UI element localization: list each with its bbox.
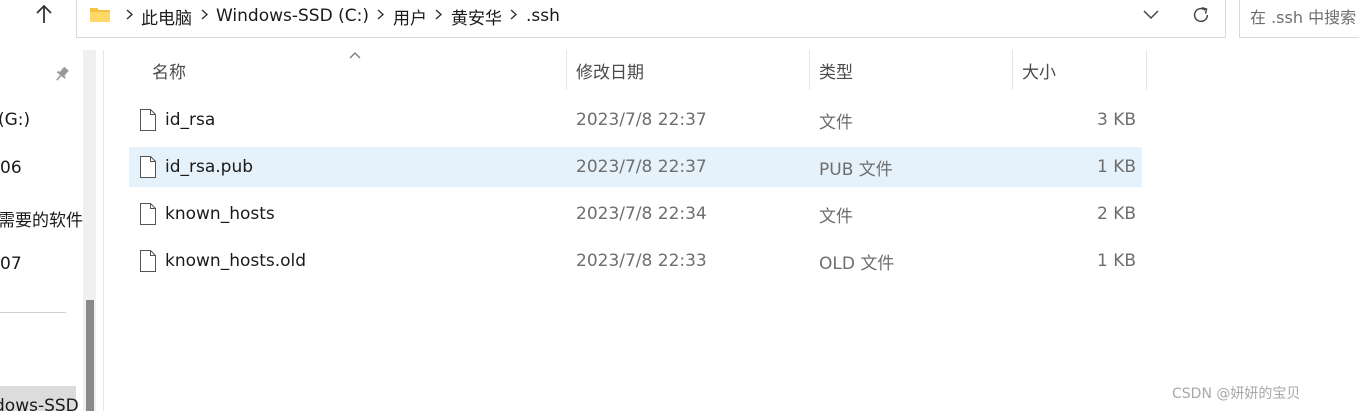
sidebar-divider	[0, 312, 66, 313]
sidebar-item-partial[interactable]: i	[0, 352, 1, 372]
address-dropdown-button[interactable]	[1139, 3, 1163, 27]
column-header-type[interactable]: 类型	[819, 50, 1009, 90]
column-divider[interactable]	[566, 50, 567, 90]
file-name: known_hosts	[165, 204, 275, 224]
breadcrumb-this-pc[interactable]: 此电脑	[137, 4, 196, 29]
file-date: 2023/7/8 22:33	[576, 251, 707, 271]
table-row[interactable]: id_rsa 2023/7/8 22:37 文件 3 KB	[129, 100, 1142, 140]
chevron-right-icon	[121, 9, 137, 23]
file-icon	[140, 203, 156, 225]
chevron-right-icon	[431, 9, 447, 23]
file-icon	[140, 109, 156, 131]
table-row-selected[interactable]: id_rsa.pub 2023/7/8 22:37 PUB 文件 1 KB	[129, 147, 1142, 187]
column-header-name[interactable]: 名称	[152, 50, 562, 90]
sidebar-scroll-thumb[interactable]	[86, 300, 94, 411]
watermark: CSDN @妍妍的宝贝	[1172, 386, 1301, 402]
breadcrumb-drive[interactable]: Windows-SSD (C:)	[212, 6, 373, 26]
column-divider[interactable]	[1012, 50, 1013, 90]
sidebar-item-drive-g[interactable]: (G:)	[0, 110, 30, 130]
search-box[interactable]	[1239, 0, 1359, 38]
file-type: 文件	[819, 206, 853, 227]
address-bar[interactable]: 此电脑 Windows-SSD (C:) 用户 黄安华 .ssh	[76, 0, 1226, 38]
file-date: 2023/7/8 22:37	[576, 157, 707, 177]
breadcrumb: 此电脑 Windows-SSD (C:) 用户 黄安华 .ssh	[121, 1, 564, 31]
sidebar-item-06[interactable]: 06	[0, 158, 22, 178]
sidebar-item-07[interactable]: 07	[0, 254, 22, 274]
chevron-right-icon	[506, 9, 522, 23]
table-row[interactable]: known_hosts.old 2023/7/8 22:33 OLD 文件 1 …	[129, 241, 1142, 281]
file-type: PUB 文件	[819, 159, 893, 180]
file-icon	[140, 156, 156, 178]
file-size: 1 KB	[1096, 251, 1136, 271]
file-date: 2023/7/8 22:37	[576, 110, 707, 130]
column-divider[interactable]	[809, 50, 810, 90]
arrow-up-icon	[36, 4, 52, 23]
file-type: OLD 文件	[819, 253, 895, 274]
breadcrumb-ssh[interactable]: .ssh	[522, 6, 564, 26]
up-button[interactable]	[28, 0, 60, 28]
file-list: 名称 修改日期 类型 大小 id_rsa 2023/7/8 22:37 文件 3…	[104, 50, 1359, 411]
file-type: 文件	[819, 112, 853, 133]
column-header-size[interactable]: 大小	[1022, 50, 1142, 90]
breadcrumb-users[interactable]: 用户	[389, 4, 431, 29]
sidebar-item-software[interactable]: 需要的软件	[0, 206, 83, 231]
file-name: id_rsa	[165, 110, 216, 130]
search-input[interactable]	[1240, 0, 1359, 37]
file-size: 1 KB	[1096, 157, 1136, 177]
file-size: 3 KB	[1096, 110, 1136, 130]
chevron-right-icon	[196, 9, 212, 23]
file-size: 2 KB	[1096, 204, 1136, 224]
chevron-down-icon	[1143, 10, 1159, 20]
column-header-date[interactable]: 修改日期	[576, 50, 806, 90]
refresh-icon	[1193, 6, 1209, 23]
file-name: known_hosts.old	[165, 251, 307, 271]
toolbar: 此电脑 Windows-SSD (C:) 用户 黄安华 .ssh	[0, 0, 1359, 50]
folder-icon	[90, 8, 110, 22]
refresh-button[interactable]	[1187, 1, 1215, 29]
file-name: id_rsa.pub	[165, 157, 254, 177]
file-date: 2023/7/8 22:34	[576, 204, 707, 224]
navigation-pane: (G:) 06 需要的软件 07 i dows-SSD	[0, 50, 104, 411]
sidebar-item-windows-ssd[interactable]: dows-SSD	[0, 396, 79, 411]
table-row[interactable]: known_hosts 2023/7/8 22:34 文件 2 KB	[129, 194, 1142, 234]
chevron-right-icon	[373, 9, 389, 23]
breadcrumb-user[interactable]: 黄安华	[447, 4, 506, 29]
pin-icon[interactable]	[52, 64, 72, 84]
column-divider[interactable]	[1146, 50, 1147, 90]
file-icon	[140, 250, 156, 272]
